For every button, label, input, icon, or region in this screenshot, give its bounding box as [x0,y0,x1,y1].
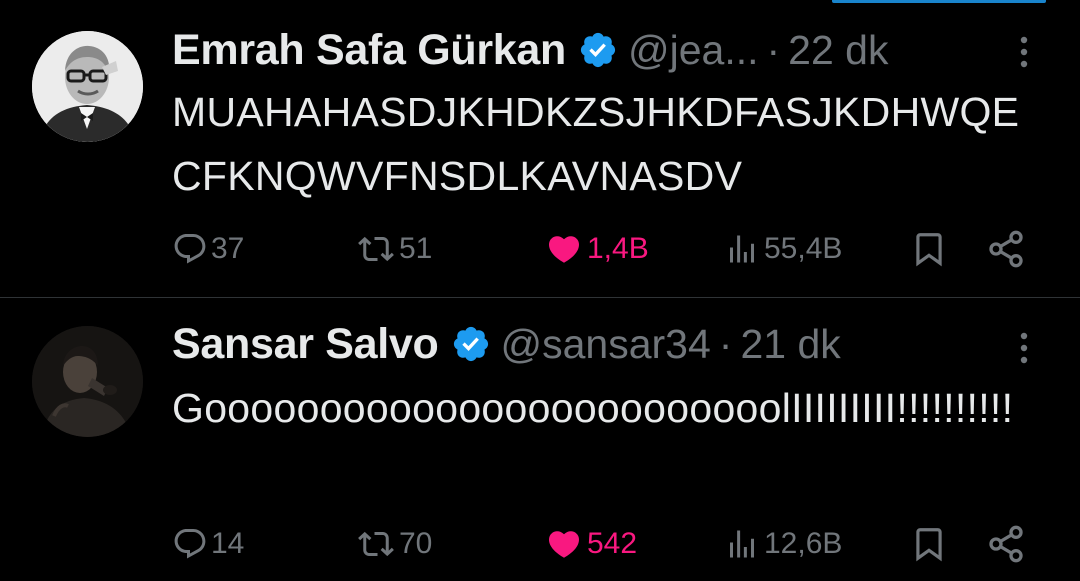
author-handle[interactable]: @sansar34 [501,321,711,368]
tweet[interactable]: Emrah Safa Gürkan @jea... · 22 dk MUAHAH… [0,0,1080,298]
avatar[interactable] [32,31,143,142]
like-button[interactable]: 542 [544,522,637,566]
avatar[interactable] [32,326,143,437]
share-icon [989,525,1023,563]
views-count: 55,4B [764,232,843,265]
retweet-button[interactable]: 70 [356,522,432,566]
share-icon [989,230,1023,268]
verified-badge-icon [578,30,618,70]
tweet-header: Emrah Safa Gürkan @jea... · 22 dk [172,24,888,76]
heart-icon [548,531,580,558]
reply-count: 37 [211,232,245,265]
separator-dot: · [766,26,781,73]
retweet-icon [358,531,394,557]
views-count: 12,6B [764,527,843,560]
views-icon [730,530,754,558]
more-icon[interactable] [1012,32,1036,72]
more-icon[interactable] [1012,328,1036,368]
timestamp[interactable]: 21 dk [740,321,840,368]
tweet-text: GooooooooooooooooooooooooolIIIIIIIII!!!!… [172,385,1014,431]
author-name[interactable]: Sansar Salvo [172,320,439,369]
reply-icon [174,234,206,264]
retweet-icon [358,236,394,262]
heart-icon [548,236,580,263]
like-count: 542 [587,527,638,560]
bookmark-button[interactable] [910,227,948,271]
tweet-text: MUAHAHASDJKHDKZSJHKDFASJKDHWQECFKNQWVFNS… [172,89,1020,199]
verified-badge-icon [451,324,491,364]
views-button[interactable]: 12,6B [723,522,842,566]
like-count: 1,4B [587,232,649,265]
share-button[interactable] [986,522,1026,566]
like-button[interactable]: 1,4B [544,227,649,271]
bookmark-icon [916,233,942,267]
views-icon [730,235,754,263]
share-button[interactable] [986,227,1026,271]
retweet-count: 51 [399,232,433,265]
retweet-button[interactable]: 51 [356,227,432,271]
reply-button[interactable]: 37 [172,227,244,271]
author-handle[interactable]: @jea... [628,27,759,74]
reply-button[interactable]: 14 [172,522,244,566]
bookmark-button[interactable] [910,522,948,566]
views-button[interactable]: 55,4B [723,227,842,271]
timestamp[interactable]: 22 dk [788,27,888,74]
avatar-image-sansar [32,326,143,437]
reply-count: 14 [211,527,245,560]
reply-icon [174,529,206,559]
author-name[interactable]: Emrah Safa Gürkan [172,26,566,75]
bookmark-icon [916,528,942,562]
separator-dot: · [718,320,733,367]
tweet-header: Sansar Salvo @sansar34 · 21 dk [172,318,841,370]
retweet-count: 70 [399,527,433,560]
avatar-image-emrah [32,31,143,142]
